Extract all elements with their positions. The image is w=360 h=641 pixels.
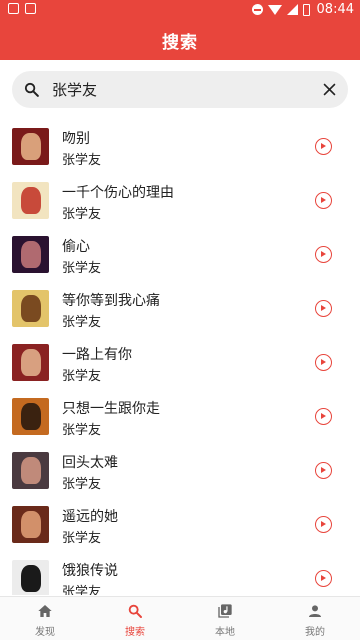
song-artist: 张学友 — [62, 207, 102, 222]
search-icon — [24, 82, 39, 97]
status-bar: 08:44 — [0, 0, 360, 20]
search-input[interactable] — [52, 71, 302, 108]
nav-label: 发现 — [35, 627, 55, 638]
nav-label: 本地 — [215, 627, 235, 638]
list-item[interactable]: 一路上有你 张学友 — [0, 335, 360, 389]
album-cover — [12, 560, 49, 595]
song-title: 饿狼传说 — [62, 563, 118, 579]
play-icon[interactable] — [315, 300, 332, 317]
song-artist: 张学友 — [62, 585, 102, 595]
list-item[interactable]: 遥远的她 张学友 — [0, 497, 360, 551]
album-cover — [12, 344, 49, 381]
song-artist: 张学友 — [62, 423, 102, 438]
page-title: 搜索 — [162, 32, 198, 53]
song-title: 偷心 — [62, 239, 90, 255]
battery-icon — [302, 3, 310, 16]
song-artist: 张学友 — [62, 261, 102, 276]
list-item[interactable]: 一千个伤心的理由 张学友 — [0, 173, 360, 227]
song-artist: 张学友 — [62, 369, 102, 384]
list-item[interactable]: 饿狼传说 张学友 — [0, 551, 360, 595]
do-not-disturb-icon — [251, 4, 263, 15]
image-notification-icon — [8, 3, 19, 14]
album-cover — [12, 290, 49, 327]
nav-item-3[interactable]: 我的 — [270, 597, 360, 641]
home-icon — [37, 603, 53, 619]
album-cover — [12, 506, 49, 543]
search-bar[interactable] — [12, 71, 348, 108]
album-cover — [12, 236, 49, 273]
music-library-icon — [217, 603, 233, 619]
bottom-navigation: 发现 搜索 本地 我的 — [0, 596, 360, 640]
list-item[interactable]: 等你等到我心痛 张学友 — [0, 281, 360, 335]
wifi-icon — [267, 4, 282, 15]
list-item[interactable]: 只想一生跟你走 张学友 — [0, 389, 360, 443]
song-artist: 张学友 — [62, 153, 102, 168]
song-title: 遥远的她 — [62, 509, 118, 525]
album-cover — [12, 398, 49, 435]
song-artist: 张学友 — [62, 531, 102, 546]
list-item[interactable]: 吻别 张学友 — [0, 119, 360, 173]
nav-item-1[interactable]: 搜索 — [90, 597, 180, 641]
song-artist: 张学友 — [62, 315, 102, 330]
album-cover — [12, 128, 49, 165]
list-item[interactable]: 偷心 张学友 — [0, 227, 360, 281]
song-title: 一千个伤心的理由 — [62, 185, 174, 201]
play-icon[interactable] — [315, 516, 332, 533]
signal-icon — [286, 4, 298, 15]
play-icon[interactable] — [315, 246, 332, 263]
app-notification-icon — [25, 3, 36, 14]
search-icon — [127, 603, 143, 619]
play-icon[interactable] — [315, 570, 332, 587]
song-title: 等你等到我心痛 — [62, 293, 160, 309]
play-icon[interactable] — [315, 354, 332, 371]
play-icon[interactable] — [315, 408, 332, 425]
play-icon[interactable] — [315, 462, 332, 479]
person-icon — [307, 603, 323, 619]
song-title: 吻别 — [62, 131, 90, 147]
album-cover — [12, 182, 49, 219]
song-title: 只想一生跟你走 — [62, 401, 160, 417]
play-icon[interactable] — [315, 138, 332, 155]
nav-label: 我的 — [305, 627, 325, 638]
list-item[interactable]: 回头太难 张学友 — [0, 443, 360, 497]
nav-item-0[interactable]: 发现 — [0, 597, 90, 641]
status-time: 08:44 — [316, 2, 354, 17]
song-artist: 张学友 — [62, 477, 102, 492]
song-title: 一路上有你 — [62, 347, 132, 363]
nav-label: 搜索 — [125, 627, 145, 638]
song-title: 回头太难 — [62, 455, 118, 471]
clear-icon[interactable] — [321, 81, 338, 98]
app-bar: 搜索 — [0, 20, 360, 60]
nav-item-2[interactable]: 本地 — [180, 597, 270, 641]
play-icon[interactable] — [315, 192, 332, 209]
search-results-list: 吻别 张学友 一千个伤心的理由 张学友 偷心 张学友 等你等到我心痛 张学友 一路上有你 张学友只… — [0, 119, 360, 595]
album-cover — [12, 452, 49, 489]
